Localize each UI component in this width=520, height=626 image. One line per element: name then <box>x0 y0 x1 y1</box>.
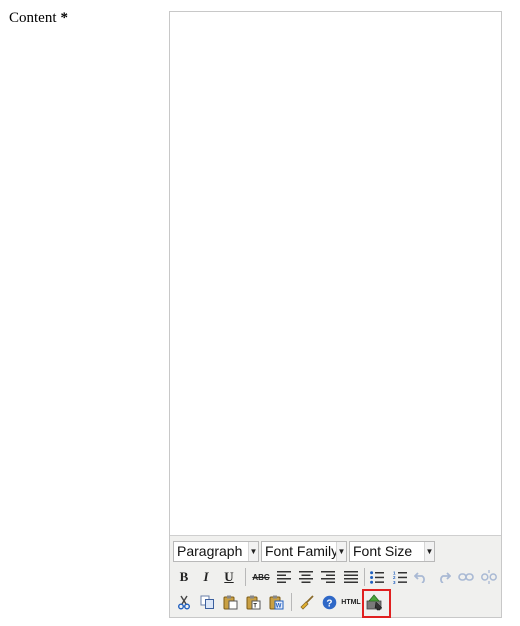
chevron-down-icon: ▼ <box>336 542 346 561</box>
copy-button[interactable] <box>197 592 217 612</box>
align-right-button[interactable] <box>318 567 338 587</box>
cleanup-button[interactable] <box>296 592 316 612</box>
bullet-list-icon <box>370 570 384 584</box>
scissors-icon <box>178 595 190 609</box>
underline-button[interactable]: U <box>219 567 239 587</box>
help-button[interactable]: ? <box>319 592 339 612</box>
italic-button[interactable]: I <box>196 567 216 587</box>
paste-word-icon: W <box>269 595 283 609</box>
selection-highlight <box>362 589 391 618</box>
align-center-button[interactable] <box>296 567 316 587</box>
font-family-select-value: Font Family <box>265 543 339 559</box>
svg-text:W: W <box>275 603 281 609</box>
html-source-button[interactable]: HTML <box>341 592 361 612</box>
toolbar-separator <box>291 593 292 611</box>
paste-button[interactable] <box>220 592 240 612</box>
help-icon: ? <box>322 595 336 609</box>
chevron-down-icon: ▼ <box>248 542 258 561</box>
bold-button[interactable]: B <box>174 567 194 587</box>
align-right-icon <box>321 571 335 583</box>
editor-content-area[interactable] <box>170 12 501 535</box>
format-select-value: Paragraph <box>177 543 243 559</box>
content-label-text: Content <box>9 10 57 26</box>
font-size-select-value: Font Size <box>353 543 413 559</box>
broom-icon <box>300 594 314 610</box>
align-left-button[interactable] <box>274 567 294 587</box>
svg-text:?: ? <box>326 598 332 609</box>
redo-icon <box>440 572 451 583</box>
toolbar-separator <box>245 568 246 586</box>
font-size-select[interactable]: Font Size ▼ <box>349 541 435 562</box>
undo-button[interactable] <box>411 567 431 587</box>
undo-icon <box>414 572 425 583</box>
paste-text-button[interactable]: T <box>243 592 263 612</box>
link-icon <box>458 573 474 581</box>
strikethrough-button[interactable]: ABC <box>251 567 271 587</box>
align-justify-button[interactable] <box>341 567 361 587</box>
insert-link-button[interactable] <box>456 567 476 587</box>
format-select[interactable]: Paragraph ▼ <box>173 541 259 562</box>
paste-word-button[interactable]: W <box>266 592 286 612</box>
chevron-down-icon: ▼ <box>424 542 434 561</box>
numbered-list-icon: 123 <box>393 571 407 584</box>
align-left-icon <box>277 571 291 583</box>
paste-text-icon: T <box>246 595 260 609</box>
content-label: Content * <box>9 10 68 27</box>
bullet-list-button[interactable] <box>367 567 387 587</box>
editor-toolbar: Paragraph ▼ Font Family ▼ Font Size ▼ B … <box>170 535 501 618</box>
paste-icon <box>223 595 237 609</box>
rich-text-editor: Paragraph ▼ Font Family ▼ Font Size ▼ B … <box>169 11 502 618</box>
unlink-button[interactable] <box>479 567 499 587</box>
font-family-select[interactable]: Font Family ▼ <box>261 541 347 562</box>
align-center-icon <box>299 571 313 583</box>
align-justify-icon <box>344 571 358 583</box>
numbered-list-button[interactable]: 123 <box>390 567 410 587</box>
svg-text:3: 3 <box>393 579 396 583</box>
svg-text:T: T <box>253 603 257 609</box>
unlink-icon <box>481 570 497 584</box>
required-marker: * <box>60 10 69 26</box>
copy-icon <box>200 595 214 609</box>
toolbar-separator <box>364 568 365 586</box>
cut-button[interactable] <box>174 592 194 612</box>
redo-button[interactable] <box>434 567 454 587</box>
